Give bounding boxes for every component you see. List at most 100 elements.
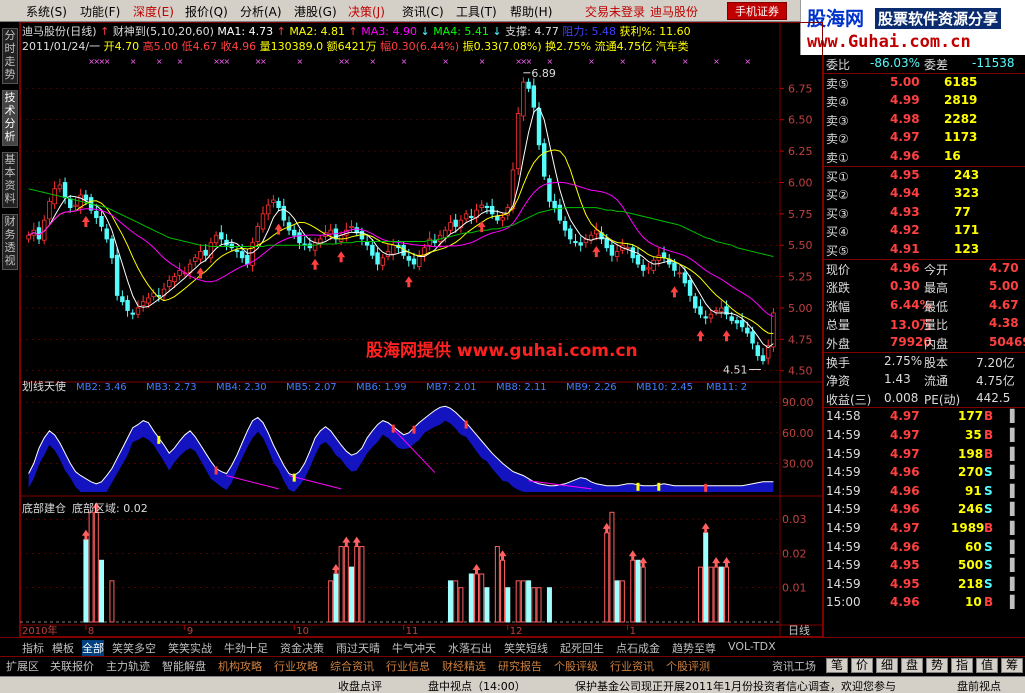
support-value: 支撑: 4.77 <box>505 25 559 38</box>
bar-date: 2011/01/24/一 <box>22 40 101 53</box>
detail-side-tab[interactable]: 细 <box>876 658 898 673</box>
buy-arrow-icon <box>337 251 346 263</box>
candle-body <box>354 227 359 234</box>
indicator-tab[interactable]: 牛劲十足 <box>224 640 268 656</box>
indicator-tab[interactable]: 指标 <box>22 640 44 656</box>
tick-side: S <box>984 539 993 554</box>
tick-time: 14:59 <box>826 502 861 517</box>
candle-body <box>750 331 755 344</box>
extension-tab[interactable]: 研究报告 <box>498 658 542 674</box>
indicator-tab[interactable]: 笑笑多空 <box>112 640 156 656</box>
bottom-up-arrow-icon <box>712 557 721 568</box>
bottom-signal-bar <box>515 580 521 623</box>
bid-price: 4.92 <box>890 223 920 238</box>
extension-tab[interactable]: 行业资讯 <box>610 658 654 674</box>
indicator-tab[interactable]: 起死回生 <box>560 640 604 656</box>
candle-body <box>521 81 526 117</box>
extension-tab[interactable]: 扩展区 <box>6 658 39 674</box>
info-workshop-tab[interactable]: 资讯工场 <box>772 658 816 674</box>
detail-side-tab[interactable]: 筹 <box>1001 658 1023 673</box>
tick-price: 4.96 <box>890 465 920 480</box>
extension-tab[interactable]: 个股评级 <box>554 658 598 674</box>
kline-chart[interactable]: 6.75 6.50 6.25 6.00 5.75 5.50 5.25 5.00 4.75 4.50… <box>20 22 823 637</box>
indicator-tab[interactable]: 资金决策 <box>280 640 324 656</box>
candle-body <box>463 213 469 220</box>
extension-tab[interactable]: 个股评测 <box>666 658 710 674</box>
ind-up-arrow-icon: ↑ <box>100 25 110 38</box>
ind-signal-mark <box>412 425 416 434</box>
extension-tab[interactable]: 财经精选 <box>442 658 486 674</box>
menu-quote[interactable]: 报价(Q) <box>185 3 228 20</box>
detail-side-tab[interactable]: 值 <box>976 658 998 673</box>
extension-tab[interactable]: 智能解盘 <box>162 658 206 674</box>
menu-analysis[interactable]: 分析(A) <box>240 3 282 20</box>
tab-technical[interactable]: 技术分析 <box>2 90 18 146</box>
tab-financials[interactable]: 财务透视 <box>2 214 18 270</box>
status-premarket-view[interactable]: 盘前视点 <box>957 678 1001 693</box>
candle-body <box>239 251 245 259</box>
bar-open: 开4.70 <box>103 40 140 53</box>
tab-intraday[interactable]: 分时走势 <box>2 28 18 84</box>
price-tick-label: 5.75 <box>788 208 813 221</box>
candle-body <box>83 194 89 201</box>
extension-tab[interactable]: 主力轨迹 <box>106 658 150 674</box>
tick-row: 14:59 4.96 246 S ▌ <box>824 501 1025 519</box>
candle-body <box>515 113 521 170</box>
extension-tab[interactable]: 综合资讯 <box>330 658 374 674</box>
menu-depth[interactable]: 深度(E) <box>133 3 174 20</box>
stat-row: 现价 4.96 今开 4.70 <box>824 260 1025 278</box>
candle-body <box>568 228 573 240</box>
extension-tab[interactable]: 行业攻略 <box>274 658 318 674</box>
indicator-tab[interactable]: 笑笑短线 <box>504 640 548 656</box>
extension-tab[interactable]: 关联报价 <box>50 658 94 674</box>
menu-tools[interactable]: 工具(T) <box>456 3 497 20</box>
indicator-tab[interactable]: 水落石出 <box>448 640 492 656</box>
menu-hk-stock[interactable]: 港股(G) <box>294 3 337 20</box>
bottom-signal-bar <box>474 573 480 623</box>
detail-side-tab[interactable]: 指 <box>951 658 973 673</box>
indicator-tab[interactable]: 点石成金 <box>616 640 660 656</box>
trade-login-status[interactable]: 交易未登录 <box>585 3 645 20</box>
indicator-tab[interactable]: 模板 <box>52 640 74 656</box>
indicator-tab[interactable]: 笑笑实战 <box>168 640 212 656</box>
extension-tab[interactable]: 行业信息 <box>386 658 430 674</box>
extension-tab[interactable]: 机构攻略 <box>218 658 262 674</box>
indicator-tab[interactable]: 雨过天晴 <box>336 640 380 656</box>
mobile-securities-button[interactable]: 手机证券 <box>727 2 787 20</box>
ma3-arrow-icon: ↓ <box>420 25 430 38</box>
ma2-arrow-icon: ↑ <box>348 25 358 38</box>
indicator-tab[interactable]: 牛气冲天 <box>392 640 436 656</box>
status-news-ticker[interactable]: 保护基金公司现正开展2011年1月份投资者信心调查，欢迎您参与 <box>575 678 896 693</box>
menu-decision[interactable]: 决策(J) <box>348 3 385 20</box>
indicator-tab[interactable]: 全部 <box>82 640 104 656</box>
menu-function[interactable]: 功能(F) <box>80 3 120 20</box>
tick-row: 15:00 4.96 10 B ▌ <box>824 594 1025 612</box>
menu-system[interactable]: 系统(S) <box>26 3 67 20</box>
ind-signal-mark <box>464 420 468 429</box>
ind-tick-label: 60.00 <box>782 427 814 440</box>
detail-side-tab[interactable]: 价 <box>851 658 873 673</box>
status-close-review[interactable]: 收盘点评 <box>338 678 382 693</box>
tab-fundamentals[interactable]: 基本资料 <box>2 152 18 208</box>
detail-side-tab[interactable]: 势 <box>926 658 948 673</box>
ask-row: 卖⑤ 5.00 6185 <box>824 74 1025 92</box>
bid-volume: 123 <box>954 242 980 256</box>
status-midday-view[interactable]: 盘中视点（14:00） <box>428 678 526 693</box>
indicator-tab[interactable]: VOL-TDX <box>728 640 776 653</box>
indicator-tab[interactable]: 趋势至尊 <box>672 640 716 656</box>
tick-side: S <box>984 502 993 517</box>
ind-signal-mark <box>214 466 218 475</box>
detail-side-tab[interactable]: 笔 <box>826 658 848 673</box>
stat-value-2: 4.67 <box>989 297 1019 312</box>
bar-sector: 汽车类 <box>655 40 689 53</box>
candle-body <box>140 301 146 306</box>
candle-body <box>375 252 380 265</box>
signal-cross-mark: × <box>442 57 449 66</box>
detail-side-tab[interactable]: 盘 <box>901 658 923 673</box>
signal-cross-mark: × <box>343 57 350 66</box>
stat-label-2: 内盘 <box>924 337 949 351</box>
menu-help[interactable]: 帮助(H) <box>510 3 552 20</box>
menu-news[interactable]: 资讯(C) <box>402 3 444 20</box>
candle-body <box>552 200 557 208</box>
tick-price: 4.96 <box>890 539 920 554</box>
